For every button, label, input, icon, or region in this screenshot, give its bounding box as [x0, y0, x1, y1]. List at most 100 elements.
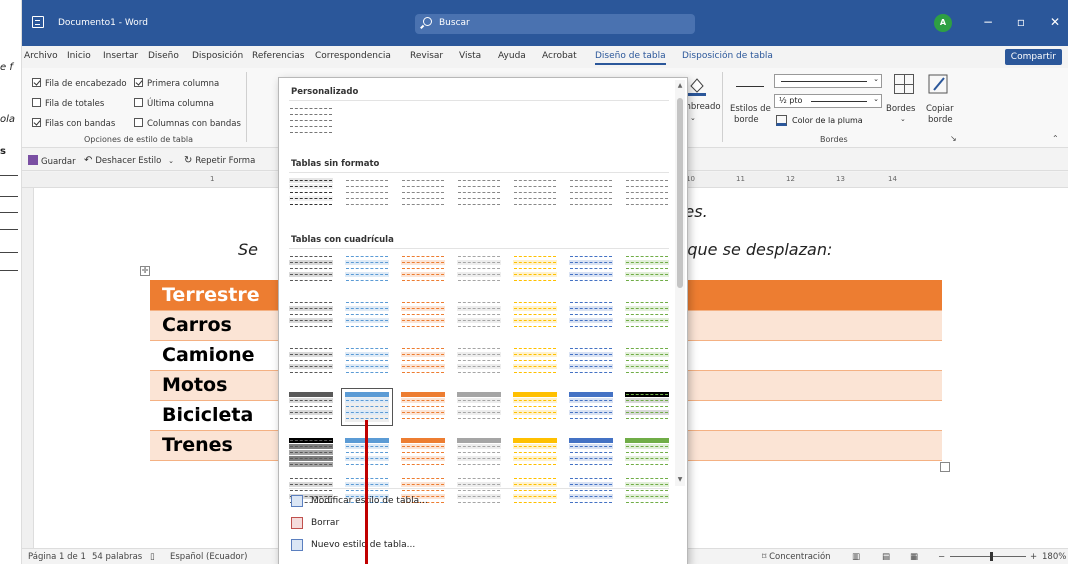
- proofing-icon[interactable]: ▯: [150, 552, 155, 562]
- option-total-row[interactable]: Fila de totales: [32, 98, 104, 109]
- page-count[interactable]: Página 1 de 1: [28, 552, 86, 562]
- table-style-swatch[interactable]: [569, 346, 613, 376]
- user-avatar[interactable]: A: [934, 14, 952, 32]
- table-style-swatch[interactable]: [401, 438, 445, 468]
- table-style-swatch[interactable]: [289, 438, 333, 468]
- share-button[interactable]: Compartir: [1004, 49, 1062, 65]
- table-style-swatch[interactable]: [513, 438, 557, 468]
- borders-button[interactable]: Bordes ⌄: [886, 72, 922, 132]
- table-style-swatch[interactable]: [569, 254, 613, 284]
- table-style-swatch[interactable]: [625, 392, 669, 422]
- table-style-swatch[interactable]: [569, 178, 613, 208]
- tab-inicio[interactable]: Inicio: [67, 51, 91, 61]
- tab-archivo[interactable]: Archivo: [24, 51, 58, 61]
- table-style-swatch[interactable]: [401, 178, 445, 208]
- save-button[interactable]: Guardar: [28, 155, 76, 167]
- tab-diseno[interactable]: Diseño: [148, 51, 179, 61]
- scrollbar-thumb[interactable]: [677, 98, 683, 288]
- table-style-swatch[interactable]: [625, 476, 669, 503]
- maximize-button[interactable]: ▫: [1010, 12, 1032, 32]
- table-move-handle-icon[interactable]: ✛: [140, 266, 150, 276]
- table-style-swatch[interactable]: [289, 476, 333, 503]
- table-style-swatch[interactable]: [401, 254, 445, 284]
- table-style-swatch[interactable]: [401, 346, 445, 376]
- option-first-column[interactable]: Primera columna: [134, 78, 219, 89]
- option-banded-rows[interactable]: Filas con bandas: [32, 118, 115, 129]
- table-style-swatch[interactable]: [513, 392, 557, 422]
- zoom-slider-thumb[interactable]: [990, 552, 993, 561]
- table-style-swatch[interactable]: [345, 346, 389, 376]
- table-style-swatch[interactable]: [401, 476, 445, 503]
- pen-color-button[interactable]: Color de la pluma: [776, 114, 886, 128]
- tab-diseno-de-tabla[interactable]: Diseño de tabla: [595, 51, 666, 65]
- tab-insertar[interactable]: Insertar: [103, 51, 138, 61]
- tab-disposicion[interactable]: Disposición: [192, 51, 243, 61]
- table-style-swatch[interactable]: [341, 388, 393, 426]
- focus-mode-button[interactable]: ⌑ Concentración: [762, 552, 831, 562]
- table-style-swatch[interactable]: [457, 254, 501, 284]
- table-style-swatch[interactable]: [513, 476, 557, 503]
- table-style-swatch[interactable]: [345, 178, 389, 208]
- table-style-swatch[interactable]: [513, 346, 557, 376]
- scroll-up-icon[interactable]: ▲: [676, 82, 684, 90]
- table-resize-handle[interactable]: [940, 462, 950, 472]
- option-header-row[interactable]: Fila de encabezado: [32, 78, 127, 89]
- table-style-swatch[interactable]: [457, 476, 501, 503]
- table-style-swatch[interactable]: [513, 300, 557, 330]
- tab-ayuda[interactable]: Ayuda: [498, 51, 526, 61]
- table-style-swatch[interactable]: [401, 392, 445, 422]
- table-style-swatch[interactable]: [289, 346, 333, 376]
- tab-revisar[interactable]: Revisar: [410, 51, 443, 61]
- table-style-swatch[interactable]: [569, 476, 613, 503]
- table-style-swatch[interactable]: [625, 300, 669, 330]
- border-styles-button[interactable]: Estilos de borde: [728, 72, 772, 132]
- close-button[interactable]: ✕: [1044, 12, 1066, 32]
- collapse-ribbon-icon[interactable]: ⌃: [1052, 134, 1059, 143]
- tab-correspondencia[interactable]: Correspondencia: [315, 51, 391, 61]
- table-style-swatch[interactable]: [513, 178, 557, 208]
- language[interactable]: Español (Ecuador): [170, 552, 247, 562]
- redo-button[interactable]: ↻ Repetir Forma: [184, 155, 255, 166]
- table-style-swatch[interactable]: [345, 300, 389, 330]
- table-style-swatch[interactable]: [401, 300, 445, 330]
- zoom-in-button[interactable]: +: [1030, 552, 1037, 562]
- vertical-ruler[interactable]: [22, 188, 34, 548]
- table-style-swatch[interactable]: [289, 178, 333, 208]
- clear-table-style-item[interactable]: Borrar: [287, 514, 667, 534]
- word-count[interactable]: 54 palabras: [92, 552, 142, 562]
- table-style-swatch[interactable]: [457, 346, 501, 376]
- line-style-select[interactable]: ⌄: [774, 74, 882, 88]
- undo-button[interactable]: ↶ Deshacer Estilo ⌄: [84, 155, 174, 166]
- gallery-scrollbar[interactable]: ▲ ▼: [675, 80, 685, 486]
- zoom-out-button[interactable]: −: [938, 552, 945, 562]
- modify-table-style-item[interactable]: Modificar estilo de tabla...: [287, 492, 667, 512]
- option-banded-columns[interactable]: Columnas con bandas: [134, 118, 241, 129]
- word-app-icon[interactable]: [32, 16, 44, 28]
- tab-acrobat[interactable]: Acrobat: [542, 51, 577, 61]
- table-style-swatch[interactable]: [289, 300, 333, 330]
- table-style-swatch[interactable]: [569, 438, 613, 468]
- new-table-style-item[interactable]: Nuevo estilo de tabla...: [287, 536, 667, 556]
- copy-border-button[interactable]: Copiar borde: [922, 72, 958, 132]
- table-style-swatch[interactable]: [625, 438, 669, 468]
- option-last-column[interactable]: Última columna: [134, 98, 214, 109]
- tab-referencias[interactable]: Referencias: [252, 51, 305, 61]
- minimize-button[interactable]: −: [977, 12, 999, 32]
- table-style-swatch[interactable]: [345, 254, 389, 284]
- table-style-swatch[interactable]: [289, 254, 333, 284]
- zoom-level[interactable]: 180%: [1042, 552, 1066, 562]
- print-layout-icon[interactable]: ▤: [882, 552, 890, 562]
- table-style-swatch[interactable]: [625, 254, 669, 284]
- table-style-swatch[interactable]: [569, 392, 613, 422]
- tab-disposicion-de-tabla[interactable]: Disposición de tabla: [682, 51, 773, 61]
- table-style-swatch[interactable]: [289, 392, 333, 422]
- table-style-swatch[interactable]: [625, 346, 669, 376]
- table-style-swatch[interactable]: [569, 300, 613, 330]
- table-style-custom[interactable]: [289, 106, 333, 136]
- table-style-swatch[interactable]: [625, 178, 669, 208]
- search-box[interactable]: Buscar: [415, 14, 695, 34]
- table-style-swatch[interactable]: [457, 438, 501, 468]
- table-style-swatch[interactable]: [289, 106, 333, 136]
- table-style-swatch[interactable]: [513, 254, 557, 284]
- table-style-swatch[interactable]: [457, 300, 501, 330]
